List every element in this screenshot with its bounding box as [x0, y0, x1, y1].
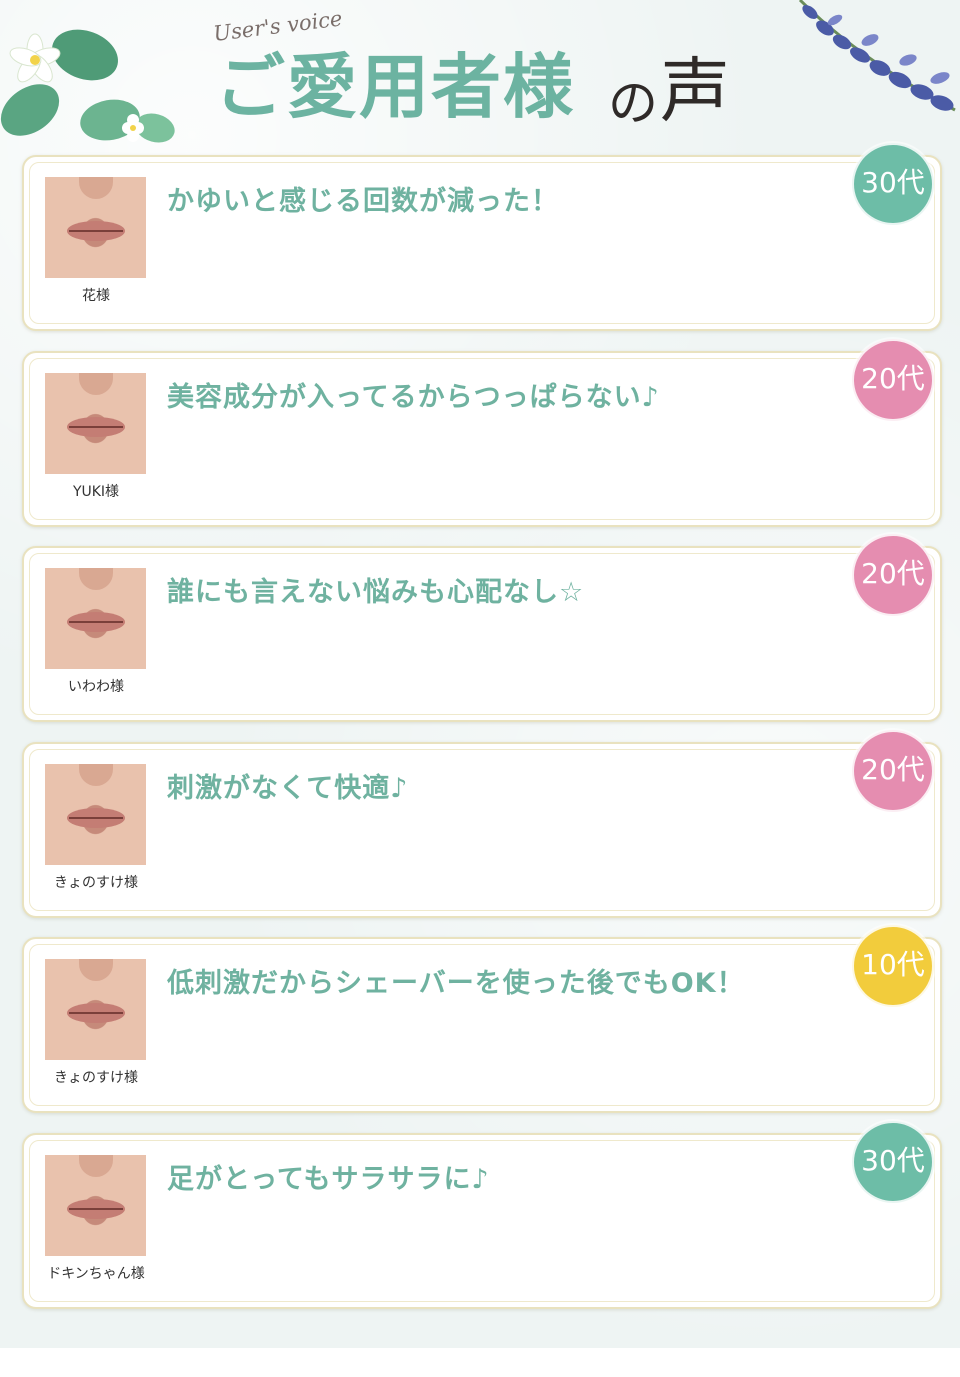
reviewer-name: ドキンちゃん様 [47, 1266, 145, 1282]
header: User's voice ご愛用者様 の 声 [0, 0, 960, 150]
review-card: きょのすけ様 刺激がなくて快適♪ 20代 [22, 730, 942, 918]
review-card: きょのすけ様 低刺激だからシェーバーを使った後でもOK！ 10代 [22, 925, 942, 1113]
age-badge: 10代 [852, 925, 934, 1007]
section-title-voice: 声 [660, 50, 730, 132]
reviewer-name: YUKI様 [72, 484, 120, 500]
reviewer-photo [45, 568, 146, 669]
age-badge: 30代 [852, 143, 934, 225]
review-comment: かゆいと感じる回数が減った！ [167, 186, 559, 217]
reviewer-photo [45, 959, 146, 1060]
review-card: YUKI様 美容成分が入ってるからつっぱらない♪ 20代 [22, 339, 942, 527]
page-background: User's voice ご愛用者様 の 声 花様 かゆいと感じる回数が減った！… [0, 0, 960, 1348]
flower-leaves-decoration [0, 29, 175, 143]
reviewer-photo [45, 373, 146, 474]
section-title: ご愛用者様 [215, 46, 575, 128]
review-comment: 刺激がなくて快適♪ [167, 773, 409, 804]
review-comment: 低刺激だからシェーバーを使った後でもOK！ [167, 968, 745, 999]
reviewer-photo [45, 1155, 146, 1256]
age-badge: 20代 [852, 534, 934, 616]
review-comment: 足がとってもサラサラに♪ [167, 1164, 490, 1195]
review-card: いわわ様 誰にも言えない悩みも心配なし☆ 20代 [22, 534, 942, 722]
age-badge: 20代 [852, 730, 934, 812]
reviewer-name: きょのすけ様 [54, 875, 138, 891]
lavender-decoration [798, 0, 956, 112]
reviewer-name: 花様 [82, 288, 110, 304]
reviewer-photo [45, 177, 146, 278]
review-card: ドキンちゃん様 足がとってもサラサラに♪ 30代 [22, 1121, 942, 1309]
footer-spacer [0, 1348, 960, 1377]
reviewer-name: いわわ様 [68, 679, 124, 695]
section-title-particle: の [608, 74, 658, 132]
age-badge: 20代 [852, 339, 934, 421]
age-badge: 30代 [852, 1121, 934, 1203]
review-card: 花様 かゆいと感じる回数が減った！ 30代 [22, 143, 942, 331]
reviewer-photo [45, 764, 146, 865]
review-comment: 誰にも言えない悩みも心配なし☆ [167, 577, 585, 608]
review-comment: 美容成分が入ってるからつっぱらない♪ [167, 382, 660, 413]
reviewer-name: きょのすけ様 [54, 1070, 138, 1086]
section-subtitle: User's voice [212, 6, 344, 46]
